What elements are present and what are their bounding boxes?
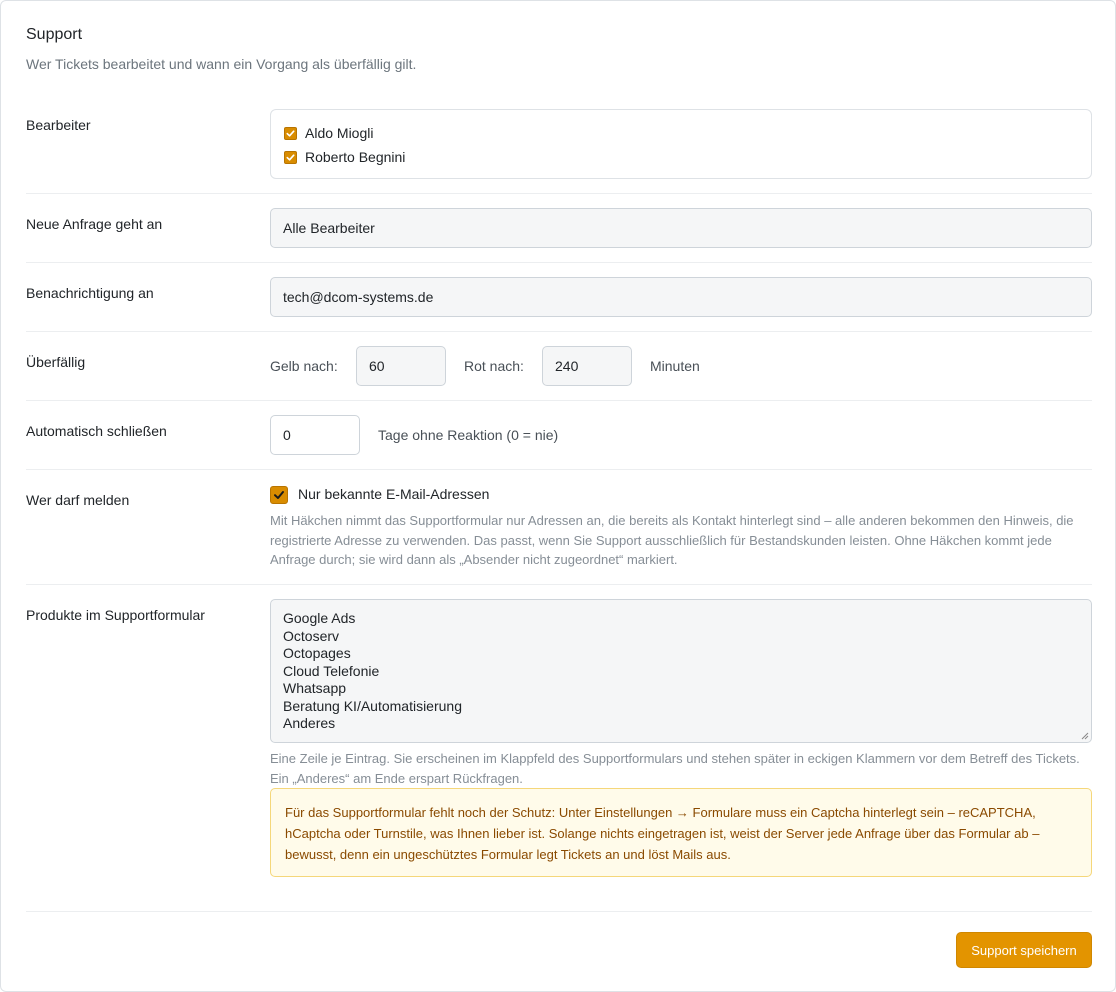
divider [26, 469, 1092, 470]
neue-anfrage-select[interactable]: Alle Bearbeiter [270, 208, 1092, 248]
red-after-label: Rot nach: [464, 358, 524, 374]
checkbox-checked-icon[interactable] [284, 150, 297, 164]
save-support-button[interactable]: Support speichern [956, 932, 1092, 968]
produkte-textarea[interactable]: Google Ads Octoserv Octopages Cloud Tele… [270, 599, 1092, 743]
minutes-unit-label: Minuten [650, 358, 700, 374]
ueberfaellig-label: Überfällig [26, 354, 86, 370]
divider [26, 193, 1092, 194]
wer-darf-melden-help: Mit Häkchen nimmt das Supportformular nu… [270, 513, 1074, 567]
page-subtitle: Wer Tickets bearbeitet und wann ein Vorg… [26, 56, 417, 72]
red-minutes-input[interactable]: 240 [542, 346, 632, 386]
bearbeiter-name: Aldo Miogli [305, 125, 374, 141]
bearbeiter-list: Aldo Miogli Roberto Begnini [270, 109, 1092, 179]
bearbeiter-item[interactable]: Aldo Miogli [284, 125, 373, 141]
auto-close-label: Automatisch schließen [26, 423, 167, 439]
neue-anfrage-label: Neue Anfrage geht an [26, 216, 163, 232]
benachrichtigung-email-input[interactable]: tech@dcom-systems.de [270, 277, 1092, 317]
yellow-after-label: Gelb nach: [270, 358, 338, 374]
produkt-line: Octopages [283, 645, 351, 661]
wer-darf-melden-label: Wer darf melden [26, 492, 130, 508]
divider [26, 331, 1092, 332]
auto-close-days-input[interactable]: 0 [270, 415, 360, 455]
bearbeiter-item[interactable]: Roberto Begnini [284, 149, 405, 165]
produkte-label: Produkte im Supportformular [26, 607, 205, 623]
known-addresses-checkbox[interactable] [270, 486, 288, 504]
produkt-line: Google Ads [283, 610, 356, 626]
bearbeiter-label: Bearbeiter [26, 117, 91, 133]
divider [26, 584, 1092, 585]
produkt-line: Whatsapp [283, 680, 347, 696]
auto-close-suffix: Tage ohne Reaktion (0 = nie) [378, 427, 559, 443]
checkbox-checked-icon[interactable] [284, 126, 297, 140]
page-title: Support [26, 26, 83, 43]
captcha-warning-alert: Für das Supportformular fehlt noch der S… [270, 788, 1092, 877]
divider [26, 262, 1092, 263]
benachrichtigung-label: Benachrichtigung an [26, 285, 154, 301]
produkte-help: Eine Zeile je Eintrag. Sie erscheinen im… [270, 751, 1080, 786]
produkt-line: Octoserv [283, 627, 340, 644]
known-addresses-label[interactable]: Nur bekannte E-Mail-Adressen [298, 486, 489, 502]
bearbeiter-name: Roberto Begnini [305, 149, 406, 165]
produkt-line: Cloud Telefonie [283, 662, 380, 679]
divider [26, 911, 1092, 912]
produkt-line: Anderes [283, 715, 336, 731]
resize-handle-icon[interactable] [1081, 732, 1089, 740]
divider [26, 400, 1092, 401]
support-settings-card: Support Wer Tickets bearbeitet und wann … [0, 0, 1116, 992]
produkt-line: Beratung KI/Automatisierung [283, 697, 462, 714]
yellow-minutes-input[interactable]: 60 [356, 346, 446, 386]
